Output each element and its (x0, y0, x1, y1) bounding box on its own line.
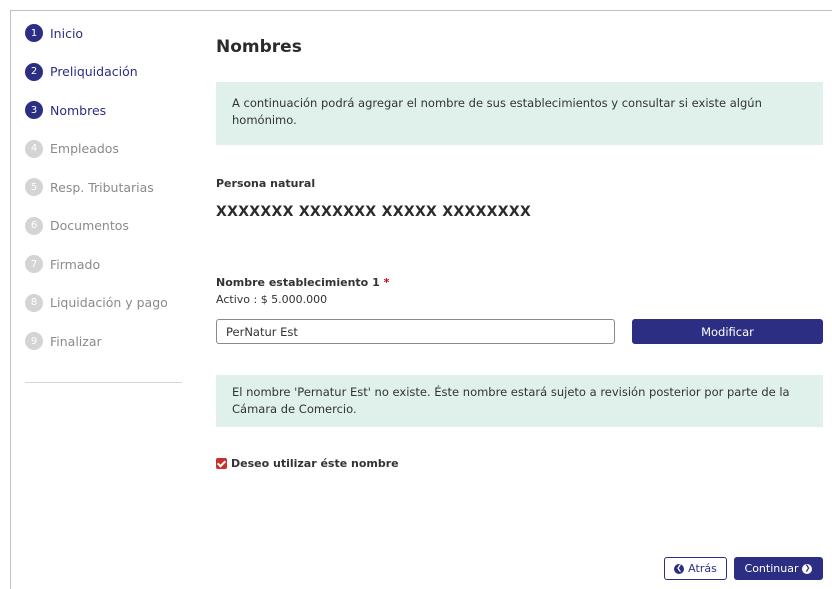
step-item-liquidacion-pago: 8 Liquidación y pago (25, 284, 185, 323)
establishment-name-label: Nombre establecimiento 1 * (216, 276, 389, 289)
step-label: Liquidación y pago (50, 295, 168, 311)
step-number-badge: 6 (25, 216, 43, 235)
intro-info-box: A continuación podrá agregar el nombre d… (216, 82, 823, 145)
step-item-preliquidacion[interactable]: 2 Preliquidación (25, 53, 185, 92)
step-sidebar: 1 Inicio 2 Preliquidación 3 Nombres 4 Em… (25, 22, 185, 361)
step-item-documentos: 6 Documentos (25, 207, 185, 246)
step-label: Preliquidación (50, 64, 138, 80)
use-name-checkbox[interactable] (216, 458, 227, 469)
step-number-badge: 9 (25, 332, 43, 351)
modify-button[interactable]: Modificar (632, 319, 823, 344)
sidebar-divider (25, 382, 182, 383)
step-number-badge: 8 (25, 293, 43, 312)
persona-name: XXXXXXX XXXXXXX XXXXX XXXXXXXX (216, 204, 532, 220)
chevron-left-circle-icon: ❮ (674, 563, 685, 574)
step-item-inicio[interactable]: 1 Inicio (25, 14, 185, 53)
step-number-badge: 2 (25, 62, 43, 81)
continue-button[interactable]: Continuar ❯ (734, 557, 823, 580)
required-mark: * (383, 276, 390, 289)
back-button[interactable]: ❮ Atrás (664, 557, 727, 580)
step-number-badge: 3 (25, 101, 43, 120)
step-label: Resp. Tributarias (50, 179, 154, 195)
chevron-right-circle-icon: ❯ (802, 563, 813, 574)
persona-type-label: Persona natural (216, 177, 316, 190)
step-label: Empleados (50, 141, 119, 157)
asset-value: Activo : $ 5.000.000 (216, 293, 328, 306)
step-item-empleados: 4 Empleados (25, 130, 185, 169)
step-label: Firmado (50, 256, 101, 272)
name-check-result-box: El nombre 'Pernatur Est' no existe. Éste… (216, 375, 823, 427)
step-label: Inicio (50, 25, 84, 41)
continue-button-label: Continuar (744, 562, 799, 575)
step-item-resp-tributarias: 5 Resp. Tributarias (25, 168, 185, 207)
step-number-badge: 4 (25, 139, 43, 158)
step-number-badge: 7 (25, 255, 43, 274)
step-label: Documentos (50, 218, 129, 234)
step-item-finalizar: 9 Finalizar (25, 322, 185, 361)
page-title: Nombres (216, 37, 302, 57)
establishment-name-input[interactable] (216, 319, 615, 344)
page: 1 Inicio 2 Preliquidación 3 Nombres 4 Em… (0, 0, 832, 589)
back-button-label: Atrás (688, 562, 717, 575)
step-item-nombres[interactable]: 3 Nombres (25, 91, 185, 130)
establishment-name-label-text: Nombre establecimiento 1 (216, 276, 380, 289)
step-number-badge: 1 (25, 24, 43, 43)
use-name-checkbox-label: Deseo utilizar éste nombre (231, 457, 399, 470)
step-number-badge: 5 (25, 178, 43, 197)
use-name-checkbox-row[interactable]: Deseo utilizar éste nombre (216, 457, 399, 470)
step-item-firmado: 7 Firmado (25, 245, 185, 284)
step-label: Nombres (50, 102, 107, 118)
step-label: Finalizar (50, 333, 102, 349)
